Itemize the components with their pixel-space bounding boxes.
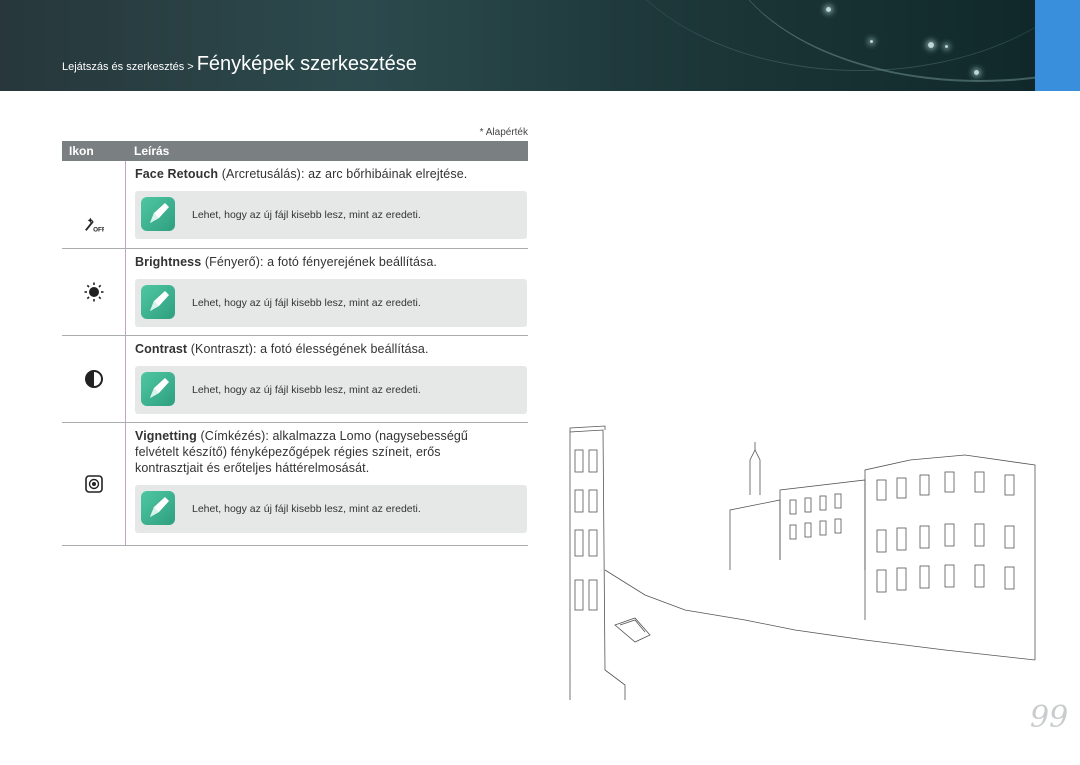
header-banner bbox=[0, 0, 1035, 91]
icon-cell bbox=[62, 336, 126, 422]
note-text: Lehet, hogy az új fájl kisebb lesz, mint… bbox=[192, 297, 421, 309]
note-pen-icon bbox=[141, 491, 175, 525]
option-name: Vignetting bbox=[135, 429, 197, 443]
table-row: OFF Face Retouch (Arcretusálás): az arc … bbox=[62, 161, 528, 249]
row-title: Brightness (Fényerő): a fotó fényerejéne… bbox=[135, 254, 528, 270]
description-cell: Vignetting (Címkézés): alkalmazza Lomo (… bbox=[135, 423, 527, 533]
note-box: Lehet, hogy az új fájl kisebb lesz, mint… bbox=[135, 279, 527, 327]
default-value-note: * Alapérték bbox=[479, 127, 528, 138]
icon-cell bbox=[62, 423, 126, 545]
banner-sparkle bbox=[870, 40, 873, 43]
note-pen-icon bbox=[141, 372, 175, 406]
vignetting-icon bbox=[85, 475, 103, 493]
note-text: Lehet, hogy az új fájl kisebb lesz, mint… bbox=[192, 384, 421, 396]
note-text: Lehet, hogy az új fájl kisebb lesz, mint… bbox=[192, 503, 421, 515]
breadcrumb-separator: > bbox=[187, 61, 194, 73]
row-title: Vignetting (Címkézés): alkalmazza Lomo (… bbox=[135, 428, 495, 476]
breadcrumb: Lejátszás és szerkesztés > Fényképek szerk… bbox=[62, 53, 417, 76]
note-box: Lehet, hogy az új fájl kisebb lesz, mint… bbox=[135, 366, 527, 414]
option-description: (Fényerő): a fotó fényerejének beállítás… bbox=[201, 255, 437, 269]
note-box: Lehet, hogy az új fájl kisebb lesz, mint… bbox=[135, 191, 527, 239]
option-name: Face Retouch bbox=[135, 167, 219, 181]
table-header: Ikon Leírás bbox=[62, 141, 528, 161]
row-title: Contrast (Kontraszt): a fotó élességének… bbox=[135, 341, 528, 357]
svg-text:OFF: OFF bbox=[93, 226, 104, 233]
note-pen-icon bbox=[141, 285, 175, 319]
banner-sparkle bbox=[826, 7, 831, 12]
city-sketch-illustration bbox=[569, 425, 1036, 700]
breadcrumb-section[interactable]: Lejátszás és szerkesztés bbox=[62, 61, 184, 73]
chapter-tab[interactable] bbox=[1035, 0, 1080, 91]
icon-cell: OFF bbox=[62, 161, 126, 248]
table-row: Contrast (Kontraszt): a fotó élességének… bbox=[62, 336, 528, 423]
contrast-icon bbox=[85, 370, 103, 388]
option-name: Contrast bbox=[135, 342, 188, 356]
column-header-description: Leírás bbox=[134, 144, 170, 158]
note-pen-icon bbox=[141, 197, 175, 231]
page-title: Fényképek szerkesztése bbox=[196, 53, 417, 75]
icon-cell bbox=[62, 249, 126, 335]
description-cell: Brightness (Fényerő): a fotó fényerejéne… bbox=[135, 249, 528, 327]
option-description: (Kontraszt): a fotó élességének beállítá… bbox=[187, 342, 429, 356]
table-row: Vignetting (Címkézés): alkalmazza Lomo (… bbox=[62, 423, 528, 546]
page-number: 99 bbox=[1030, 700, 1069, 735]
brightness-icon bbox=[84, 282, 104, 302]
banner-sparkle bbox=[928, 42, 934, 48]
column-header-icon: Ikon bbox=[69, 144, 94, 158]
option-name: Brightness bbox=[135, 255, 202, 269]
row-title: Face Retouch (Arcretusálás): az arc bőrh… bbox=[135, 166, 528, 182]
banner-sparkle bbox=[974, 70, 979, 75]
option-description: (Arcretusálás): az arc bőrhibáinak elrej… bbox=[218, 167, 468, 181]
table-row: Brightness (Fényerő): a fotó fényerejéne… bbox=[62, 249, 528, 336]
note-box: Lehet, hogy az új fájl kisebb lesz, mint… bbox=[135, 485, 527, 533]
icon-description-table: Ikon Leírás OFF Face Retouch (Arcretusál… bbox=[62, 141, 528, 546]
description-cell: Contrast (Kontraszt): a fotó élességének… bbox=[135, 336, 528, 414]
note-text: Lehet, hogy az új fájl kisebb lesz, mint… bbox=[192, 209, 421, 221]
banner-sparkle bbox=[945, 45, 948, 48]
description-cell: Face Retouch (Arcretusálás): az arc bőrh… bbox=[135, 161, 528, 239]
face-retouch-off-icon: OFF bbox=[85, 217, 104, 233]
